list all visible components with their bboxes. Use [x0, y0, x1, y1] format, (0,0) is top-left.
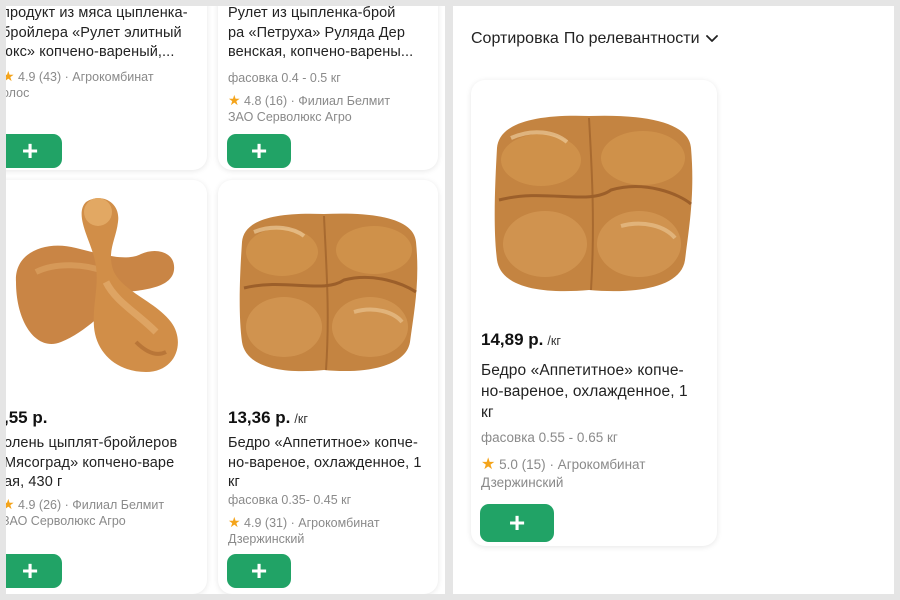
add-to-cart-button[interactable]: +	[227, 134, 291, 168]
product-rating: ★ 4.9 (26) · Филиал Белмит ЗАО Серволюкс…	[6, 496, 202, 529]
star-icon: ★	[6, 496, 15, 512]
product-weight: фасовка 0.35- 0.45 кг	[228, 493, 352, 507]
product-price: 14,89 р./кг	[481, 330, 561, 349]
right-product-list: Сортировка По релевантности 14,89 р./кг	[453, 6, 894, 594]
product-price: ,55 р.	[6, 408, 48, 427]
add-to-cart-button[interactable]: +	[6, 554, 62, 588]
add-to-cart-button[interactable]: +	[227, 554, 291, 588]
plus-icon: +	[250, 135, 268, 166]
chicken-drumsticks-image	[15, 198, 178, 372]
plus-icon: +	[508, 507, 526, 538]
sort-label: Сортировка	[471, 30, 559, 47]
product-image[interactable]	[6, 192, 206, 382]
sort-value[interactable]: По релевантности	[564, 30, 700, 48]
chevron-down-icon[interactable]	[705, 35, 718, 43]
product-card[interactable]: 14,89 р./кг Бедро «Аппетитное» копче- но…	[471, 80, 717, 546]
product-card[interactable]: Рулет из цыпленка-брой ра «Петруха» Руля…	[218, 6, 438, 170]
product-name: Рулет из цыпленка-брой ра «Петруха» Руля…	[228, 6, 414, 60]
plus-icon: +	[21, 555, 39, 586]
product-weight: фасовка 0.55 - 0.65 кг	[481, 430, 618, 445]
chicken-thigh-pack-image	[494, 115, 693, 292]
star-icon: ★	[6, 68, 15, 84]
product-rating: ★ 4.9 (43) · Агрокомбинат олос	[6, 68, 202, 101]
product-name: Бедро «Аппетитное» копче- но-вареное, ох…	[481, 362, 688, 421]
star-icon: ★	[228, 514, 241, 530]
product-card[interactable]: 13,36 р./кг Бедро «Аппетитное» копче- но…	[218, 180, 438, 594]
product-name: продукт из мяса цыпленка- бройлера «Руле…	[6, 6, 188, 60]
add-to-cart-button[interactable]: +	[480, 504, 554, 542]
add-to-cart-button[interactable]: +	[6, 134, 62, 168]
plus-icon: +	[250, 555, 268, 586]
star-icon: ★	[228, 92, 241, 108]
sort-dropdown[interactable]: Сортировка По релевантности	[471, 30, 718, 48]
product-image[interactable]	[489, 104, 699, 300]
product-rating: ★ 4.8 (16) · Филиал Белмит ЗАО Серволюкс…	[228, 92, 391, 124]
plus-icon: +	[21, 135, 39, 166]
product-rating: ★ 5.0 (15) · Агрокомбинат Дзержинский	[481, 456, 646, 490]
product-name: олень цыплят-бройлеров Мясоград» копчено…	[6, 435, 178, 490]
product-name: Бедро «Аппетитное» копче- но-вареное, ох…	[228, 435, 422, 490]
product-card[interactable]: продукт из мяса цыпленка- бройлера «Руле…	[6, 6, 207, 170]
product-rating: ★ 4.9 (31) · Агрокомбинат Дзержинский	[228, 514, 380, 546]
product-weight: фасовка 0.4 - 0.5 кг	[228, 71, 341, 85]
product-image[interactable]	[234, 202, 424, 378]
left-product-grid: продукт из мяса цыпленка- бройлера «Руле…	[6, 6, 445, 594]
product-card[interactable]: ,55 р. олень цыплят-бройлеров Мясоград» …	[6, 180, 207, 594]
product-price: 13,36 р./кг	[228, 408, 308, 427]
star-icon: ★	[481, 456, 496, 473]
chicken-thigh-pack-image	[239, 213, 418, 372]
